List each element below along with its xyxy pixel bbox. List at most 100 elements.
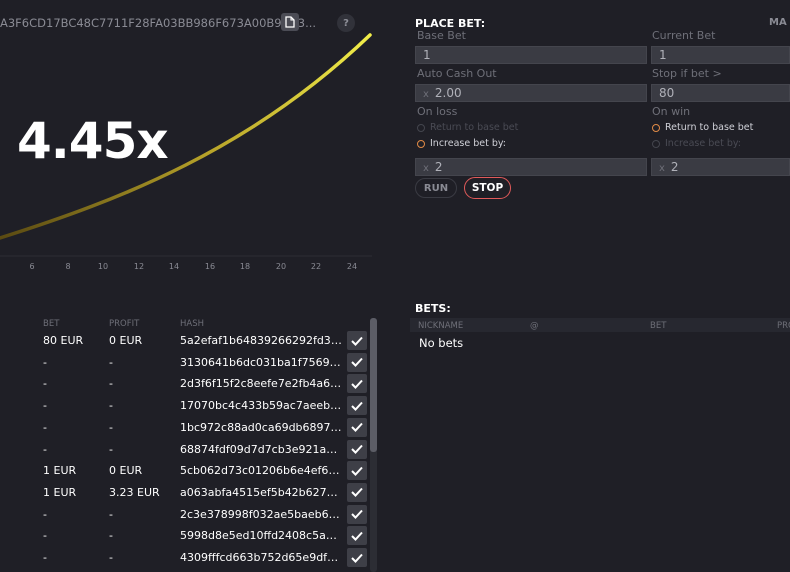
checkmark-icon — [351, 423, 363, 433]
auto-cash-out-label: Auto Cash Out — [417, 67, 497, 80]
run-button[interactable]: RUN — [415, 178, 457, 198]
history-bet: - — [43, 355, 47, 369]
history-hash[interactable]: 68874fdf09d7d7cb3e921a65... — [180, 443, 342, 456]
x-tick-label: 20 — [275, 262, 287, 271]
checkmark-icon — [351, 379, 363, 389]
verify-button[interactable] — [347, 482, 367, 502]
game-panel: A3F6CD17BC48C7711F28FA03BB986F673A00B94D… — [0, 0, 382, 572]
current-bet-input[interactable]: 1 — [651, 46, 790, 64]
history-hash[interactable]: 3130641b6dc031ba1f7569b... — [180, 356, 342, 369]
on-loss-increase-option[interactable]: Increase bet by: — [417, 138, 506, 149]
radio-selected-icon — [652, 123, 660, 132]
stop-if-value: 80 — [659, 86, 675, 100]
x-tick-label: 12 — [133, 262, 145, 271]
radio-selected-icon — [417, 139, 425, 148]
checkmark-icon — [351, 358, 363, 368]
auto-cash-out-value: 2.00 — [434, 86, 462, 100]
current-bet-label: Current Bet — [652, 29, 716, 42]
checkmark-icon — [351, 509, 363, 520]
history-row: 1 EUR 3.23 EUR a063abfa4515ef5b42b62761... — [0, 482, 370, 504]
verify-button[interactable] — [347, 417, 367, 437]
checkmark-icon — [351, 401, 363, 411]
on-loss-return-option[interactable]: Return to base bet — [417, 122, 518, 133]
on-loss-prefix: x — [423, 163, 429, 174]
history-bet: 1 EUR — [43, 464, 77, 478]
history-scrollbar-thumb[interactable] — [370, 318, 377, 452]
on-win-increase-option[interactable]: Increase bet by: — [652, 138, 741, 149]
checkmark-icon — [351, 466, 363, 476]
history-profit: 3.23 EUR — [109, 485, 160, 499]
bets-header-at: @ — [530, 321, 539, 331]
checkmark-icon — [351, 553, 363, 563]
bets-title: BETS: — [415, 302, 451, 315]
history-profit: - — [109, 551, 113, 564]
radio-icon — [652, 139, 660, 148]
history-bet: - — [43, 399, 47, 413]
checkmark-icon — [351, 444, 363, 454]
no-bets-message: No bets — [419, 336, 464, 350]
checkmark-icon — [351, 336, 363, 346]
copy-hash-button[interactable] — [281, 13, 299, 31]
stop-button[interactable]: STOP — [464, 177, 511, 199]
history-row: - - 17070bc4c433b59ac7aeebfd... — [0, 395, 370, 417]
on-loss-return-label: Return to base bet — [430, 122, 519, 133]
history-profit: - — [109, 355, 113, 369]
verify-button[interactable] — [347, 396, 367, 416]
stop-if-label: Stop if bet > — [652, 67, 722, 80]
on-win-return-label: Return to base bet — [665, 122, 754, 133]
history-hash[interactable]: 5998d8e5ed10ffd2408c5ac8... — [180, 529, 342, 542]
history-profit: - — [109, 399, 113, 413]
on-loss-label: On loss — [417, 105, 458, 118]
history-hash[interactable]: 1bc972c88ad0ca69db68971f... — [180, 421, 342, 434]
bets-header-nickname: NICKNAME — [418, 321, 464, 331]
bets-header-profit: PRO — [777, 321, 790, 331]
history-bet: - — [43, 377, 47, 391]
history-row: - - 5998d8e5ed10ffd2408c5ac8... — [0, 525, 370, 547]
history-bet: 1 EUR — [43, 485, 77, 499]
x-tick-label: 16 — [204, 262, 216, 271]
x-tick-label: 10 — [97, 262, 109, 271]
stop-if-input[interactable]: 80 — [651, 84, 790, 102]
history-hash[interactable]: 4309fffcd663b752d65e9df2c... — [180, 551, 342, 564]
verify-button[interactable] — [347, 526, 367, 546]
tab-manual[interactable]: MA — [769, 17, 787, 28]
base-bet-input[interactable]: 1 — [415, 46, 647, 64]
on-loss-multiplier-input[interactable]: x2 — [415, 158, 647, 176]
verify-button[interactable] — [347, 548, 367, 567]
auto-cash-out-input[interactable]: x 2.00 — [415, 84, 647, 102]
on-win-multiplier-input[interactable]: x2 — [651, 158, 790, 176]
history-row: - - 2d3f6f15f2c8eefe7e2fb4a6f4... — [0, 373, 370, 395]
game-hash: A3F6CD17BC48C7711F28FA03BB986F673A00B94D… — [0, 16, 317, 30]
on-win-prefix: x — [659, 163, 665, 174]
x-tick-label: 24 — [346, 262, 358, 271]
history-header-profit: PROFIT — [109, 319, 140, 329]
history-hash[interactable]: 17070bc4c433b59ac7aeebfd... — [180, 399, 342, 412]
history-profit: 0 EUR — [109, 334, 143, 347]
history-hash[interactable]: 2d3f6f15f2c8eefe7e2fb4a6f4... — [180, 377, 342, 390]
history-bet: 80 EUR — [43, 334, 84, 347]
history-bet: - — [43, 420, 47, 434]
verify-button[interactable] — [347, 461, 367, 481]
history-hash[interactable]: 5a2efaf1b64839266292fd35... — [180, 334, 342, 347]
current-bet-value: 1 — [659, 48, 667, 62]
verify-button[interactable] — [347, 374, 367, 394]
verify-button[interactable] — [347, 352, 367, 372]
history-header: BET PROFIT HASH — [0, 316, 372, 330]
verify-button[interactable] — [347, 331, 367, 350]
on-loss-increase-label: Increase bet by: — [430, 138, 507, 149]
checkmark-icon — [351, 531, 363, 541]
history-row: - - 3130641b6dc031ba1f7569b... — [0, 352, 370, 374]
on-win-value: 2 — [670, 160, 679, 174]
on-win-label: On win — [652, 105, 691, 118]
on-win-increase-label: Increase bet by: — [665, 138, 742, 149]
x-tick-label: 8 — [65, 262, 71, 271]
history-hash[interactable]: a063abfa4515ef5b42b62761... — [180, 486, 342, 499]
on-win-return-option[interactable]: Return to base bet — [652, 122, 753, 133]
verify-button[interactable] — [347, 504, 367, 524]
history-profit: - — [109, 507, 113, 521]
verify-button[interactable] — [347, 439, 367, 459]
history-hash[interactable]: 5cb062d73c01206b6e4ef60b... — [180, 464, 342, 477]
history-hash[interactable]: 2c3e378998f032ae5baeb692... — [180, 508, 342, 521]
on-loss-value: 2 — [434, 160, 443, 174]
history-bet: - — [43, 442, 47, 456]
